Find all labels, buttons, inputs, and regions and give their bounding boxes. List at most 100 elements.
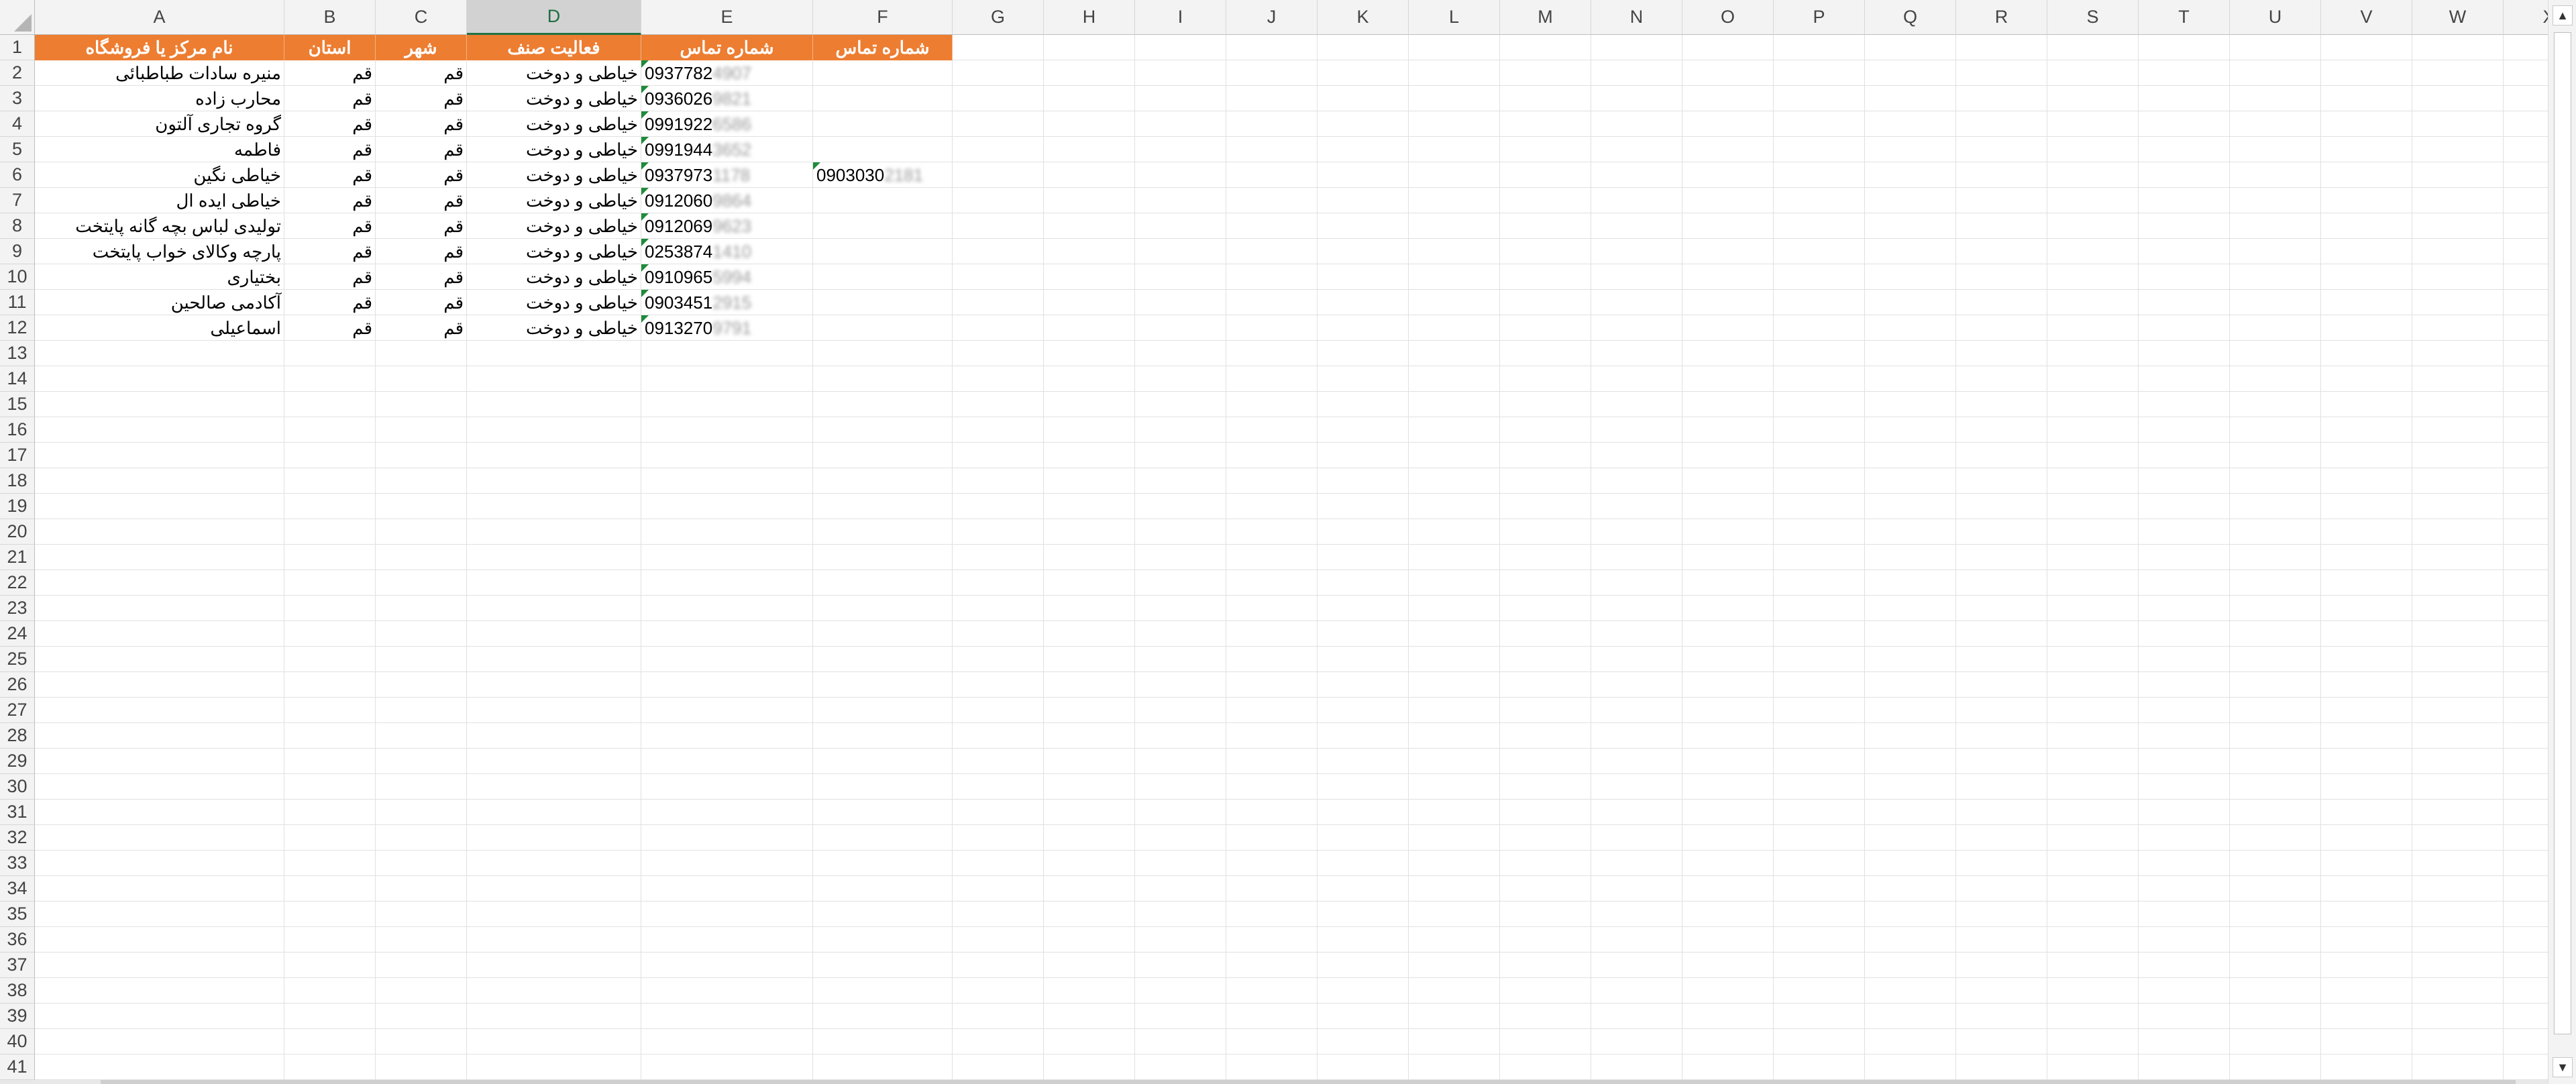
column-header-k[interactable]: K (1318, 0, 1409, 35)
row-header-25[interactable]: 25 (0, 647, 35, 672)
cell-city[interactable]: قم (376, 86, 467, 111)
row-header-23[interactable]: 23 (0, 596, 35, 621)
cell-province[interactable]: قم (284, 111, 376, 137)
vertical-scroll-thumb[interactable] (2554, 32, 2571, 1034)
row-header-28[interactable]: 28 (0, 723, 35, 749)
cell-phone[interactable]: 0937973 1178 (641, 162, 813, 188)
cell-province[interactable]: قم (284, 60, 376, 86)
row-header-22[interactable]: 22 (0, 570, 35, 596)
cell-phone-2[interactable] (813, 239, 953, 264)
header-cell-b[interactable]: استان (284, 35, 376, 60)
row-header-41[interactable]: 41 (0, 1054, 35, 1080)
cell-phone-2[interactable] (813, 60, 953, 86)
column-header-b[interactable]: B (284, 0, 376, 35)
column-header-x[interactable]: X (2504, 0, 2548, 35)
row-header-13[interactable]: 13 (0, 341, 35, 366)
cell-phone-2[interactable] (813, 264, 953, 290)
row-header-5[interactable]: 5 (0, 137, 35, 162)
row-header-32[interactable]: 32 (0, 825, 35, 851)
cell-store-name[interactable]: خیاطی نگین (35, 162, 284, 188)
cell-store-name[interactable]: پارچه وکالای خواب پایتخت (35, 239, 284, 264)
spreadsheet-grid[interactable]: ABCDEFGHIJKLMNOPQRSTUVWX 123456789101112… (0, 0, 2548, 1084)
cell-province[interactable]: قم (284, 290, 376, 315)
cell-phone[interactable]: 0936026 9821 (641, 86, 813, 111)
cell-phone-2[interactable] (813, 290, 953, 315)
cell-city[interactable]: قم (376, 239, 467, 264)
cell-city[interactable]: قم (376, 315, 467, 341)
cell-store-name[interactable]: بختیاری (35, 264, 284, 290)
cell-province[interactable]: قم (284, 239, 376, 264)
column-header-h[interactable]: H (1044, 0, 1135, 35)
cell-province[interactable]: قم (284, 162, 376, 188)
cell-province[interactable]: قم (284, 315, 376, 341)
column-header-v[interactable]: V (2321, 0, 2412, 35)
cell-activity[interactable]: خیاطی و دوخت (467, 162, 641, 188)
column-header-l[interactable]: L (1409, 0, 1500, 35)
cell-phone-2[interactable] (813, 137, 953, 162)
column-header-f[interactable]: F (813, 0, 953, 35)
column-header-s[interactable]: S (2047, 0, 2139, 35)
row-header-1[interactable]: 1 (0, 35, 35, 60)
row-header-9[interactable]: 9 (0, 239, 35, 264)
cell-store-name[interactable]: فاطمه (35, 137, 284, 162)
cell-phone[interactable]: 0937782 4907 (641, 60, 813, 86)
row-header-37[interactable]: 37 (0, 953, 35, 978)
row-header-21[interactable]: 21 (0, 545, 35, 570)
column-header-o[interactable]: O (1682, 0, 1774, 35)
row-header-12[interactable]: 12 (0, 315, 35, 341)
row-header-16[interactable]: 16 (0, 417, 35, 443)
column-header-w[interactable]: W (2412, 0, 2504, 35)
row-header-30[interactable]: 30 (0, 774, 35, 800)
row-header-39[interactable]: 39 (0, 1004, 35, 1029)
cell-phone-2[interactable] (813, 213, 953, 239)
cell-store-name[interactable]: آکادمی صالحین (35, 290, 284, 315)
cell-store-name[interactable]: منیره سادات طباطبائی (35, 60, 284, 86)
cell-phone-2[interactable] (813, 315, 953, 341)
column-header-q[interactable]: Q (1865, 0, 1956, 35)
row-header-35[interactable]: 35 (0, 902, 35, 927)
row-header-7[interactable]: 7 (0, 188, 35, 213)
cell-phone[interactable]: 0910965 5994 (641, 264, 813, 290)
column-header-p[interactable]: P (1774, 0, 1865, 35)
cell-phone-2[interactable] (813, 86, 953, 111)
cell-province[interactable]: قم (284, 264, 376, 290)
cell-city[interactable]: قم (376, 213, 467, 239)
cell-city[interactable]: قم (376, 137, 467, 162)
cell-phone[interactable]: 0913270 9791 (641, 315, 813, 341)
cell-province[interactable]: قم (284, 86, 376, 111)
row-header-31[interactable]: 31 (0, 800, 35, 825)
row-header-29[interactable]: 29 (0, 749, 35, 774)
cell-phone[interactable]: 0991944 3652 (641, 137, 813, 162)
row-header-8[interactable]: 8 (0, 213, 35, 239)
cell-store-name[interactable]: خیاطی ایده ال (35, 188, 284, 213)
cell-phone[interactable]: 0253874 1410 (641, 239, 813, 264)
column-header-a[interactable]: A (35, 0, 284, 35)
vertical-scrollbar[interactable]: ▲ ▼ (2548, 0, 2576, 1084)
cell-province[interactable]: قم (284, 188, 376, 213)
select-all-corner[interactable] (0, 0, 35, 35)
column-header-e[interactable]: E (641, 0, 813, 35)
cell-phone-2[interactable] (813, 188, 953, 213)
row-header-4[interactable]: 4 (0, 111, 35, 137)
cell-city[interactable]: قم (376, 60, 467, 86)
horizontal-scroll-thumb[interactable] (101, 1080, 2516, 1084)
cell-store-name[interactable]: تولیدی لباس بچه گانه پایتخت (35, 213, 284, 239)
cell-phone[interactable]: 0991922 6586 (641, 111, 813, 137)
row-header-38[interactable]: 38 (0, 978, 35, 1004)
cell-city[interactable]: قم (376, 264, 467, 290)
cell-store-name[interactable]: محارب زاده (35, 86, 284, 111)
cell-activity[interactable]: خیاطی و دوخت (467, 188, 641, 213)
cell-store-name[interactable]: اسماعیلی (35, 315, 284, 341)
cell-activity[interactable]: خیاطی و دوخت (467, 239, 641, 264)
row-header-40[interactable]: 40 (0, 1029, 35, 1054)
header-cell-e[interactable]: شماره تماس (641, 35, 813, 60)
column-header-d[interactable]: D (467, 0, 641, 35)
column-header-i[interactable]: I (1135, 0, 1226, 35)
row-header-3[interactable]: 3 (0, 86, 35, 111)
row-header-34[interactable]: 34 (0, 876, 35, 902)
row-header-24[interactable]: 24 (0, 621, 35, 647)
column-header-u[interactable]: U (2230, 0, 2321, 35)
column-header-t[interactable]: T (2139, 0, 2230, 35)
column-header-m[interactable]: M (1500, 0, 1591, 35)
row-header-26[interactable]: 26 (0, 672, 35, 698)
